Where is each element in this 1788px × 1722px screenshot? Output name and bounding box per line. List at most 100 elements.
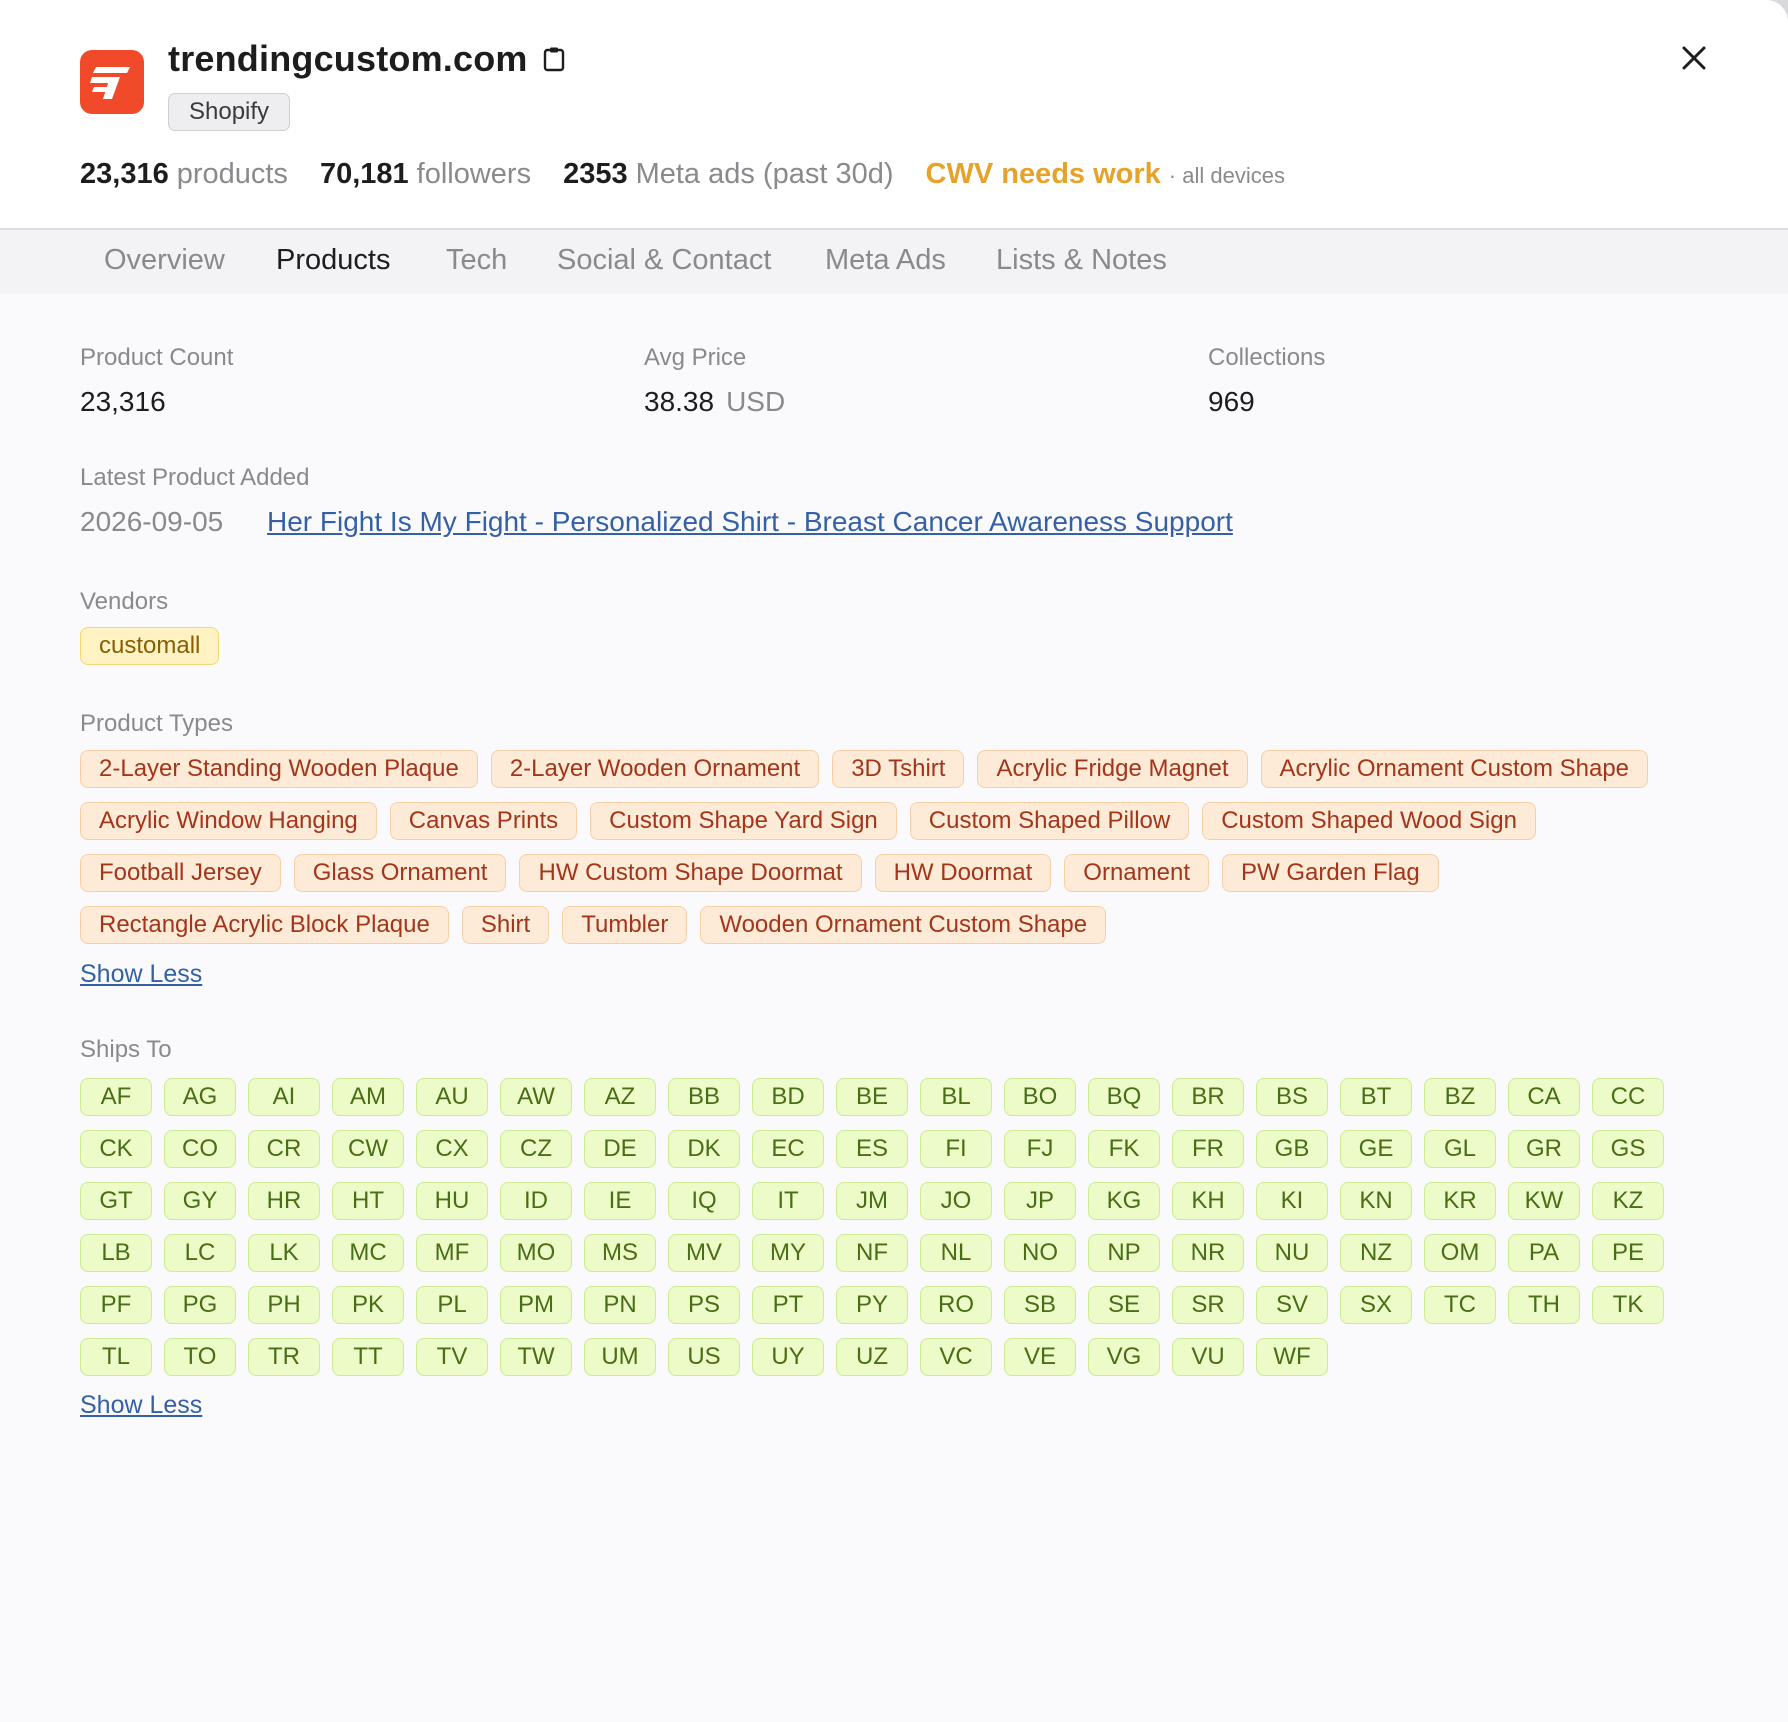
tab-lists-notes[interactable]: Lists & Notes: [996, 244, 1167, 277]
country-tag: JO: [920, 1182, 992, 1220]
country-tag: ID: [500, 1182, 572, 1220]
country-tag: EC: [752, 1130, 824, 1168]
product-count-value: 23,316: [80, 386, 166, 417]
country-tag: GE: [1340, 1130, 1412, 1168]
country-tag: BE: [836, 1078, 908, 1116]
country-tag: TK: [1592, 1286, 1664, 1324]
country-tag: PN: [584, 1286, 656, 1324]
country-tag: DK: [668, 1130, 740, 1168]
avg-price-label: Avg Price: [644, 344, 747, 371]
country-tag: IT: [752, 1182, 824, 1220]
country-tag: MC: [332, 1234, 404, 1272]
country-tag: TC: [1424, 1286, 1496, 1324]
collections-label: Collections: [1208, 344, 1326, 371]
country-tag: KG: [1088, 1182, 1160, 1220]
country-tag: UZ: [836, 1338, 908, 1376]
product-type-tag: 2-Layer Standing Wooden Plaque: [80, 750, 478, 788]
tab-products[interactable]: Products: [276, 244, 390, 277]
country-tag: LC: [164, 1234, 236, 1272]
country-tag: TH: [1508, 1286, 1580, 1324]
country-tag: NF: [836, 1234, 908, 1272]
country-tag: CC: [1592, 1078, 1664, 1116]
product-count-label: Product Count: [80, 344, 234, 371]
country-tag: PL: [416, 1286, 488, 1324]
country-tag: DE: [584, 1130, 656, 1168]
country-tag: TV: [416, 1338, 488, 1376]
product-type-tag: Glass Ornament: [293, 854, 507, 892]
country-tag: BD: [752, 1078, 824, 1116]
country-tag: UY: [752, 1338, 824, 1376]
country-tag: PK: [332, 1286, 404, 1324]
country-tag: FI: [920, 1130, 992, 1168]
product-type-tag: HW Doormat: [874, 854, 1052, 892]
country-tag: AI: [248, 1078, 320, 1116]
tab-tech[interactable]: Tech: [446, 244, 507, 277]
country-tag: AM: [332, 1078, 404, 1116]
product-types-show-less[interactable]: Show Less: [80, 960, 202, 989]
tab-overview[interactable]: Overview: [104, 244, 225, 277]
product-type-tag: 3D Tshirt: [832, 750, 965, 788]
country-tag: CX: [416, 1130, 488, 1168]
product-type-tag: Tumbler: [562, 906, 688, 944]
store-detail-modal: trendingcustom.com Shopify 23,316 product…: [0, 0, 1788, 1722]
country-tag: KZ: [1592, 1182, 1664, 1220]
country-tag: TR: [248, 1338, 320, 1376]
country-tag: FJ: [1004, 1130, 1076, 1168]
ships-to-label: Ships To: [80, 1036, 172, 1063]
country-tag: SE: [1088, 1286, 1160, 1324]
country-tag: BZ: [1424, 1078, 1496, 1116]
tab-meta-ads[interactable]: Meta Ads: [825, 244, 946, 277]
product-type-tag: Acrylic Ornament Custom Shape: [1260, 750, 1649, 788]
country-tag: RO: [920, 1286, 992, 1324]
country-tag: TW: [500, 1338, 572, 1376]
tab-bar: Overview Products Tech Social & Contact …: [0, 230, 1788, 294]
clipboard-icon[interactable]: [542, 45, 566, 73]
country-tag: NL: [920, 1234, 992, 1272]
store-domain: trendingcustom.com: [168, 38, 528, 79]
product-type-tag: Custom Shaped Pillow: [909, 802, 1190, 840]
product-type-tag: 2-Layer Wooden Ornament: [490, 750, 820, 788]
country-tag: PE: [1592, 1234, 1664, 1272]
country-tag: AZ: [584, 1078, 656, 1116]
country-tag: US: [668, 1338, 740, 1376]
latest-product-link[interactable]: Her Fight Is My Fight - Personalized Shi…: [267, 506, 1233, 538]
country-tag: SX: [1340, 1286, 1412, 1324]
country-tag: BB: [668, 1078, 740, 1116]
country-tag: VC: [920, 1338, 992, 1376]
country-tag: BS: [1256, 1078, 1328, 1116]
product-type-tag: Shirt: [461, 906, 550, 944]
product-type-tag: Ornament: [1064, 854, 1209, 892]
country-tag: CZ: [500, 1130, 572, 1168]
country-tag: IQ: [668, 1182, 740, 1220]
vendor-tag: customall: [80, 627, 220, 665]
product-type-tag: Custom Shaped Wood Sign: [1202, 802, 1536, 840]
country-tag: FK: [1088, 1130, 1160, 1168]
country-tag: FR: [1172, 1130, 1244, 1168]
country-tag: NR: [1172, 1234, 1244, 1272]
country-tag: NO: [1004, 1234, 1076, 1272]
product-type-tag: Football Jersey: [80, 854, 281, 892]
country-tag: PT: [752, 1286, 824, 1324]
country-tag: GT: [80, 1182, 152, 1220]
followers-stat: 70,181 followers: [319, 158, 532, 190]
country-tag: SB: [1004, 1286, 1076, 1324]
product-type-tag: Canvas Prints: [389, 802, 578, 840]
latest-product-date: 2026-09-05: [80, 506, 224, 537]
cwv-status: CWV needs work · all devices: [925, 158, 1285, 190]
country-tag: BT: [1340, 1078, 1412, 1116]
close-icon[interactable]: [1676, 40, 1712, 76]
platform-badge: Shopify: [168, 93, 291, 131]
country-tag: SV: [1256, 1286, 1328, 1324]
country-tag: HR: [248, 1182, 320, 1220]
product-type-tags: 2-Layer Standing Wooden Plaque 2-Layer Wo…: [80, 750, 1720, 958]
country-tag: KI: [1256, 1182, 1328, 1220]
tab-social-contact[interactable]: Social & Contact: [557, 244, 771, 277]
country-tag: CA: [1508, 1078, 1580, 1116]
country-tag: PG: [164, 1286, 236, 1324]
country-tag: AU: [416, 1078, 488, 1116]
country-tag: CO: [164, 1130, 236, 1168]
ships-to-show-less[interactable]: Show Less: [80, 1391, 202, 1420]
country-tag: PY: [836, 1286, 908, 1324]
country-tag: BR: [1172, 1078, 1244, 1116]
latest-product-label: Latest Product Added: [80, 464, 310, 491]
